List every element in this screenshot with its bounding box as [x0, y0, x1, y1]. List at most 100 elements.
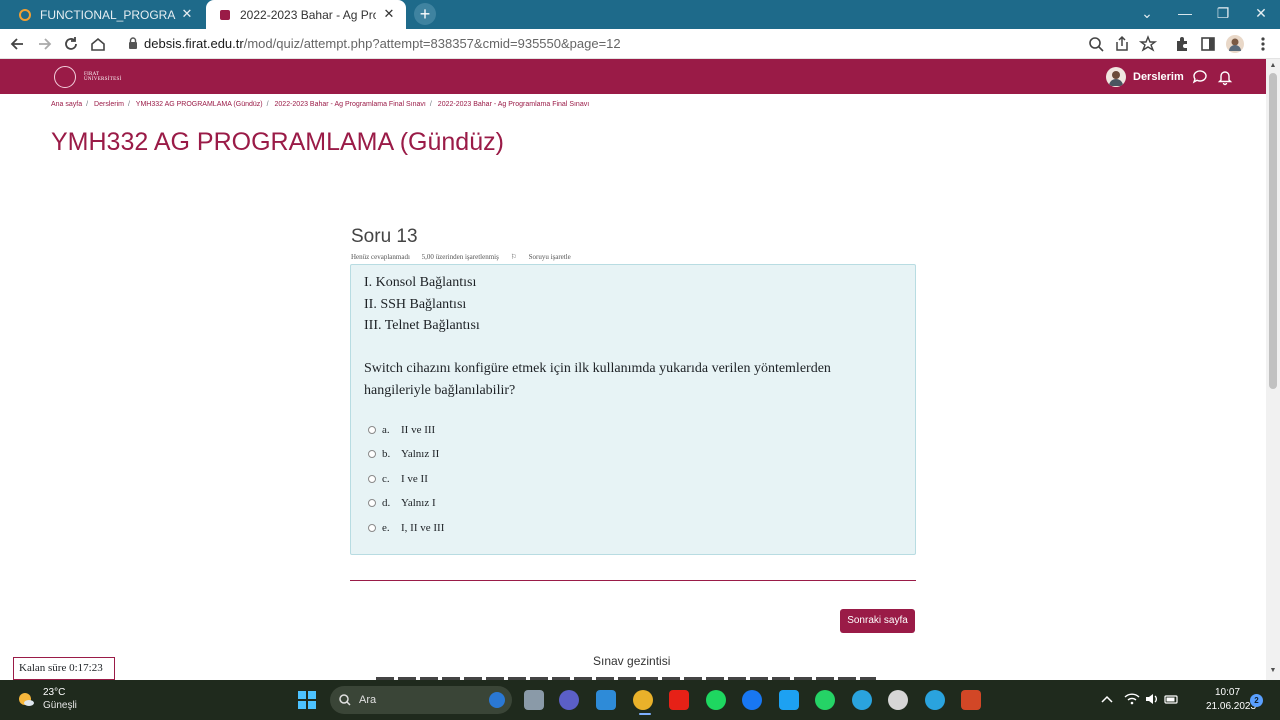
- url-domain: debsis.firat.edu.tr: [144, 36, 244, 51]
- next-page-button[interactable]: Sonraki sayfa: [840, 609, 915, 633]
- spotify-icon[interactable]: [706, 690, 726, 710]
- question-marks: 5,00 üzerinden işaretlenmiş: [421, 253, 499, 261]
- breadcrumb-item[interactable]: 2022-2023 Bahar - Ag Programlama Final S…: [438, 101, 589, 108]
- forward-icon[interactable]: [34, 34, 54, 54]
- lock-icon[interactable]: [128, 37, 138, 50]
- flag-icon: ⚐: [510, 253, 517, 261]
- telegram-desktop-icon[interactable]: [925, 690, 945, 710]
- chrome-icon[interactable]: [633, 690, 653, 710]
- breadcrumb-item[interactable]: 2022-2023 Bahar - Ag Programlama Final S…: [275, 101, 426, 108]
- breadcrumb-item[interactable]: Ana sayfa: [51, 101, 82, 108]
- radio-button[interactable]: [368, 499, 376, 507]
- radio-button[interactable]: [368, 524, 376, 532]
- mail-icon[interactable]: [596, 690, 616, 710]
- task-view-icon[interactable]: [524, 690, 544, 710]
- option-letter: e.: [382, 522, 390, 534]
- notifications-bell-icon[interactable]: [1216, 68, 1234, 86]
- option-letter: a.: [382, 424, 390, 436]
- scroll-down-arrow[interactable]: ▼: [1269, 667, 1277, 675]
- side-panel-icon[interactable]: [1198, 34, 1218, 54]
- home-icon[interactable]: [88, 34, 108, 54]
- windows-start-icon[interactable]: [297, 690, 317, 710]
- option-text[interactable]: Yalnız II: [401, 448, 439, 460]
- whatsapp-icon[interactable]: [815, 690, 835, 710]
- section-divider: [350, 580, 916, 581]
- zoom-icon[interactable]: [1086, 34, 1106, 54]
- close-icon[interactable]: ✕: [382, 7, 396, 21]
- bookmark-star-icon[interactable]: [1138, 34, 1158, 54]
- breadcrumb-separator: /: [128, 101, 130, 108]
- site-navbar: FIRAT ÜNİVERSİTESİ Derslerim: [0, 59, 1266, 94]
- close-window-button[interactable]: ✕: [1242, 0, 1280, 29]
- new-tab-button[interactable]: +: [414, 3, 436, 25]
- notification-badge[interactable]: 2: [1250, 694, 1263, 707]
- option-letter: c.: [382, 473, 390, 485]
- active-app-indicator: [639, 713, 651, 715]
- taskbar-search-box[interactable]: [330, 686, 512, 714]
- question-text-line: II. SSH Bağlantısı: [364, 297, 467, 312]
- question-number: Soru 13: [351, 226, 418, 247]
- minimize-button[interactable]: —: [1166, 0, 1204, 29]
- breadcrumb-separator: /: [429, 101, 432, 108]
- jupyter-icon: [19, 8, 31, 21]
- weather-condition[interactable]: Güneşli: [43, 700, 77, 711]
- breadcrumb-item[interactable]: Derslerim: [94, 101, 124, 108]
- battery-icon[interactable]: [1164, 692, 1180, 706]
- user-avatar[interactable]: [1106, 67, 1126, 87]
- reload-icon[interactable]: [61, 34, 81, 54]
- clock-date[interactable]: 21.06.2023: [1206, 701, 1256, 712]
- address-bar[interactable]: debsis.firat.edu.tr/mod/quiz/attempt.php…: [118, 32, 1168, 56]
- weather-temperature[interactable]: 23°C: [43, 687, 65, 698]
- breadcrumb-separator: /: [86, 101, 89, 108]
- maximize-button[interactable]: ❐: [1204, 0, 1242, 29]
- chevron-up-icon[interactable]: [1099, 692, 1115, 706]
- chatgpt-icon[interactable]: [888, 690, 908, 710]
- question-info: Henüz cevaplanmadı 5,00 üzerinden işaret…: [351, 253, 591, 261]
- tab-functional-programming[interactable]: FUNCTIONAL_PROGRAMMING.ip ✕: [8, 0, 204, 29]
- breadcrumb-item[interactable]: YMH332 AG PROGRAMLAMA (Gündüz): [136, 101, 263, 108]
- youtube-icon[interactable]: [669, 690, 689, 710]
- teams-chat-icon[interactable]: [559, 690, 579, 710]
- back-icon[interactable]: [8, 34, 28, 54]
- option-text[interactable]: I, II ve III: [401, 522, 444, 534]
- flag-question-link[interactable]: ⚐ Soruyu işaretle: [511, 253, 581, 261]
- radio-button[interactable]: [368, 475, 376, 483]
- search-placeholder: Ara: [359, 694, 377, 706]
- menu-icon[interactable]: [1253, 34, 1273, 54]
- radio-button[interactable]: [368, 450, 376, 458]
- breadcrumb-separator: /: [266, 101, 269, 108]
- twitter-icon[interactable]: [779, 690, 799, 710]
- page-scrollbar[interactable]: ▲ ▼: [1266, 59, 1280, 680]
- radio-button[interactable]: [368, 426, 376, 434]
- site-logo[interactable]: FIRAT ÜNİVERSİTESİ: [54, 66, 134, 88]
- tab-title: FUNCTIONAL_PROGRAMMING.ip: [40, 7, 176, 22]
- option-text[interactable]: I ve II: [401, 473, 428, 485]
- bing-icon[interactable]: [489, 692, 505, 708]
- browser-tab-strip: FUNCTIONAL_PROGRAMMING.ip ✕ 2022-2023 Ba…: [0, 0, 1280, 29]
- telegram-icon[interactable]: [852, 690, 872, 710]
- option-text[interactable]: Yalnız I: [401, 497, 436, 509]
- profile-avatar[interactable]: [1225, 34, 1245, 54]
- moodle-icon: [220, 9, 230, 20]
- clock-time[interactable]: 10:07: [1215, 687, 1240, 698]
- tab-title: 2022-2023 Bahar - Ag Programla: [240, 7, 376, 22]
- wifi-icon[interactable]: [1124, 692, 1140, 706]
- close-icon[interactable]: ✕: [180, 7, 194, 21]
- powerpoint-icon[interactable]: [961, 690, 981, 710]
- scrollbar-thumb[interactable]: [1269, 73, 1277, 389]
- tab-quiz[interactable]: 2022-2023 Bahar - Ag Programla ✕: [206, 0, 406, 29]
- share-icon[interactable]: [1112, 34, 1132, 54]
- volume-icon[interactable]: [1144, 692, 1160, 706]
- extensions-icon[interactable]: [1172, 34, 1192, 54]
- sun-icon[interactable]: [16, 689, 36, 709]
- messages-icon[interactable]: [1191, 68, 1209, 86]
- scroll-up-arrow[interactable]: ▲: [1269, 62, 1277, 70]
- facebook-icon[interactable]: [742, 690, 762, 710]
- logo-line2: ÜNİVERSİTESİ: [84, 77, 122, 82]
- browser-toolbar: debsis.firat.edu.tr/mod/quiz/attempt.php…: [0, 29, 1280, 59]
- tab-search-icon[interactable]: ⌄: [1128, 0, 1166, 29]
- user-avatar-icon: [1109, 71, 1123, 86]
- url-path: /mod/quiz/attempt.php?attempt=838357&cmi…: [243, 36, 621, 51]
- my-courses-link[interactable]: Derslerim: [1133, 71, 1184, 83]
- option-text[interactable]: II ve III: [401, 424, 435, 436]
